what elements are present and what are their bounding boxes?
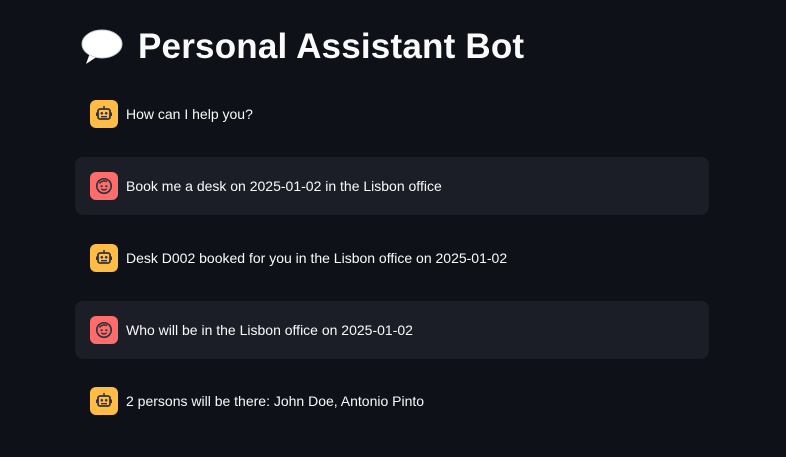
message-text: Who will be in the Lisbon office on 2025… bbox=[126, 322, 413, 338]
chat-message-assistant: Desk D002 booked for you in the Lisbon o… bbox=[75, 229, 709, 287]
smiley-face-icon bbox=[90, 316, 118, 344]
chat-message-assistant: How can I help you? bbox=[75, 85, 709, 143]
page-title: Personal Assistant Bot bbox=[138, 27, 525, 66]
chat-message-user: Book me a desk on 2025-01-02 in the Lisb… bbox=[75, 157, 709, 215]
chat-message-assistant: 2 persons will be there: John Doe, Anton… bbox=[75, 372, 709, 430]
message-text: How can I help you? bbox=[126, 106, 253, 122]
page-header: Personal Assistant Bot bbox=[81, 24, 524, 70]
robot-icon bbox=[90, 244, 118, 272]
message-text: Book me a desk on 2025-01-02 in the Lisb… bbox=[126, 178, 442, 194]
robot-icon bbox=[90, 100, 118, 128]
message-text: 2 persons will be there: John Doe, Anton… bbox=[126, 393, 425, 409]
speech-balloon-icon bbox=[81, 27, 123, 67]
robot-icon bbox=[90, 387, 118, 415]
chat-app: Personal Assistant Bot How can I help yo… bbox=[0, 0, 786, 457]
message-text: Desk D002 booked for you in the Lisbon o… bbox=[126, 250, 508, 266]
smiley-face-icon bbox=[90, 172, 118, 200]
chat-message-user: Who will be in the Lisbon office on 2025… bbox=[75, 301, 709, 359]
